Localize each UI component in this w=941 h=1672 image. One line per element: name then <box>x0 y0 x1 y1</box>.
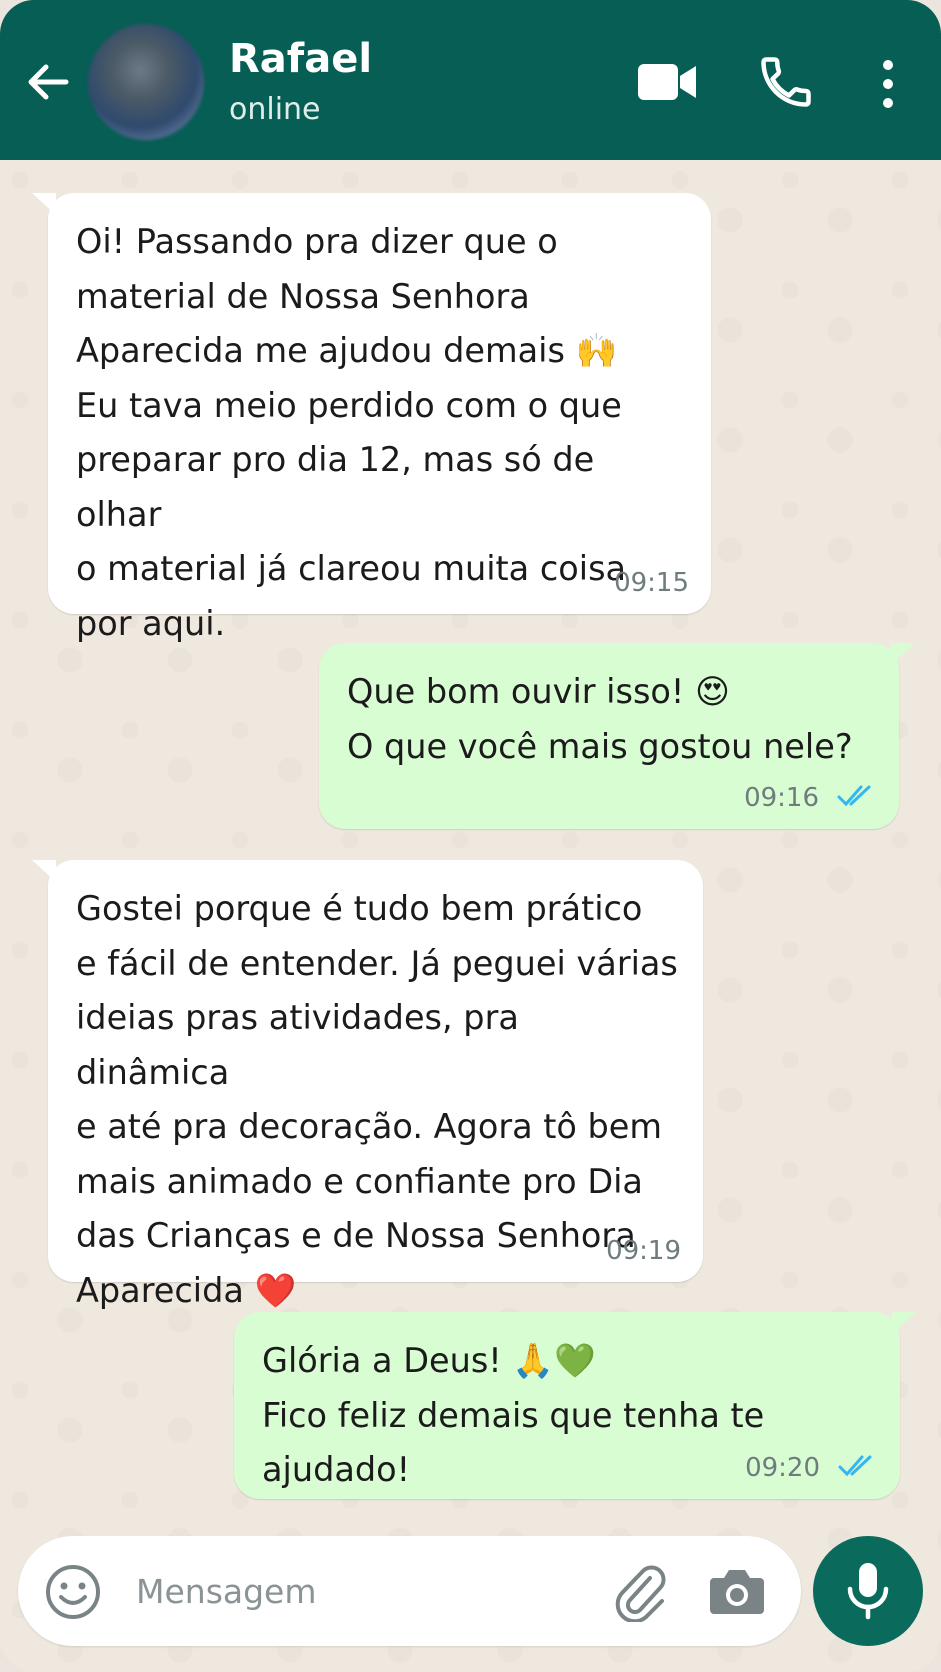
message-text: Gostei porque é tudo bem prático e fácil… <box>76 889 678 1310</box>
message-outgoing[interactable]: Glória a Deus! 🙏💚 Fico feliz demais que … <box>234 1312 916 1499</box>
message-text: Oi! Passando pra dizer que o material de… <box>76 222 627 643</box>
smiley-icon[interactable] <box>44 1563 102 1621</box>
more-options-icon[interactable] <box>870 56 906 112</box>
contact-name[interactable]: Rafael <box>229 36 372 82</box>
message-outgoing[interactable]: Que bom ouvir isso! 😍 O que você mais go… <box>319 643 915 829</box>
paperclip-icon[interactable] <box>610 1560 670 1624</box>
bubble-tail <box>891 643 915 665</box>
read-ticks-icon <box>838 1453 878 1479</box>
message-time: 09:19 <box>606 1236 681 1266</box>
video-call-icon[interactable] <box>636 56 700 108</box>
chat-screen: Rafael online Oi! Passando pra dizer que… <box>0 0 941 1672</box>
bubble-tail <box>32 860 56 882</box>
message-composer <box>18 1536 801 1646</box>
message-incoming[interactable]: Oi! Passando pra dizer que o material de… <box>32 193 711 643</box>
camera-icon[interactable] <box>708 1564 766 1618</box>
message-incoming[interactable]: Gostei porque é tudo bem prático e fácil… <box>32 860 703 1310</box>
message-time: 09:16 <box>744 783 819 813</box>
message-text: Que bom ouvir isso! 😍 O que você mais go… <box>347 672 853 766</box>
message-time: 09:15 <box>614 568 689 598</box>
message-input[interactable] <box>136 1562 556 1620</box>
phone-call-icon[interactable] <box>756 52 816 112</box>
microphone-icon <box>847 1563 889 1620</box>
message-time: 09:20 <box>745 1453 820 1483</box>
chat-header: Rafael online <box>0 0 941 160</box>
microphone-button[interactable] <box>813 1536 923 1646</box>
bubble-tail <box>892 1312 916 1334</box>
contact-status: online <box>229 92 321 127</box>
bubble-tail <box>32 193 56 215</box>
read-ticks-icon <box>837 783 877 809</box>
contact-avatar[interactable] <box>88 24 204 140</box>
back-arrow-icon[interactable] <box>22 56 74 108</box>
